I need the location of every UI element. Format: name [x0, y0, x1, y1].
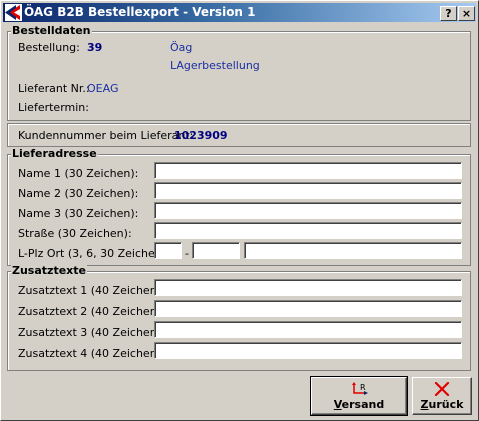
order-type: LAgerbestellung [170, 59, 260, 72]
versand-label: Versand [333, 398, 385, 411]
kundennummer-label: Kundennummer beim Lieferant: [18, 129, 194, 142]
svg-text:R: R [360, 383, 366, 392]
zusatztext2-label: Zusatztext 2 (40 Zeichen): [18, 305, 165, 318]
red-x-icon [434, 381, 450, 399]
name2-input[interactable] [155, 183, 461, 198]
bestelldaten-title: Bestelldaten [11, 24, 92, 37]
plz-separator: - [185, 247, 189, 260]
zusatztext3-input[interactable] [155, 322, 461, 337]
strasse-input[interactable] [155, 223, 461, 238]
lieferant-label: Lieferant Nr.: [18, 82, 90, 95]
plz-input[interactable] [193, 243, 239, 258]
close-button[interactable]: × [458, 6, 475, 21]
bestelldaten-group: Bestelldaten Bestellung: 39 Öag LAgerbes… [7, 24, 471, 121]
land-field[interactable] [154, 242, 182, 259]
oeag-logo-icon [5, 4, 22, 21]
lieferadresse-title: Lieferadresse [11, 147, 98, 160]
zurueck-button[interactable]: Zurück [412, 377, 472, 415]
help-button[interactable]: ? [440, 6, 457, 21]
name1-field[interactable] [154, 162, 462, 179]
plz-field[interactable] [192, 242, 240, 259]
window-title: ÖAG B2B Bestellexport - Version 1 [24, 5, 256, 19]
name3-field[interactable] [154, 202, 462, 219]
zusatztext4-input[interactable] [155, 343, 461, 358]
zusatztexte-title: Zusatztexte [11, 264, 87, 277]
zusatztext3-label: Zusatztext 3 (40 Zeichen): [18, 326, 165, 339]
strasse-field[interactable] [154, 222, 462, 239]
name2-label: Name 2 (30 Zeichen): [18, 187, 139, 200]
land-input[interactable] [155, 243, 181, 258]
name3-input[interactable] [155, 203, 461, 218]
dialog-window: ÖAG B2B Bestellexport - Version 1 ? × Be… [0, 0, 479, 421]
zurueck-label: Zurück [420, 398, 464, 411]
ort-field[interactable] [244, 242, 462, 259]
name1-input[interactable] [155, 163, 461, 178]
zusatztext1-input[interactable] [155, 280, 461, 295]
bestellung-label: Bestellung: [18, 41, 80, 54]
ort-input[interactable] [245, 243, 461, 258]
liefertermin-label: Liefertermin: [18, 101, 89, 114]
lieferant-value: OEAG [87, 82, 119, 95]
zusatztext4-label: Zusatztext 4 (40 Zeichen): [18, 347, 165, 360]
versand-button[interactable]: R Versand [310, 376, 408, 416]
strasse-label: Straße (30 Zeichen): [18, 227, 132, 240]
zusatztexte-group: Zusatztexte Zusatztext 1 (40 Zeichen): Z… [7, 264, 471, 371]
zusatztext2-field[interactable] [154, 300, 462, 317]
title-bar[interactable]: ÖAG B2B Bestellexport - Version 1 ? × [3, 3, 476, 22]
zusatztext1-label: Zusatztext 1 (40 Zeichen): [18, 284, 165, 297]
name1-label: Name 1 (30 Zeichen): [18, 167, 139, 180]
company-name: Öag [170, 41, 193, 54]
zusatztext1-field[interactable] [154, 279, 462, 296]
kundennummer-value: 1023909 [174, 129, 228, 142]
name2-field[interactable] [154, 182, 462, 199]
name3-label: Name 3 (30 Zeichen): [18, 207, 139, 220]
zusatztext4-field[interactable] [154, 342, 462, 359]
bestellung-value: 39 [87, 41, 103, 54]
zusatztext3-field[interactable] [154, 321, 462, 338]
kundennummer-box: Kundennummer beim Lieferant: 1023909 [7, 123, 471, 147]
lieferadresse-group: Lieferadresse Name 1 (30 Zeichen): Name … [7, 147, 471, 266]
zusatztext2-input[interactable] [155, 301, 461, 316]
lplzort-label: L-Plz Ort (3, 6, 30 Zeichen): [18, 247, 170, 260]
